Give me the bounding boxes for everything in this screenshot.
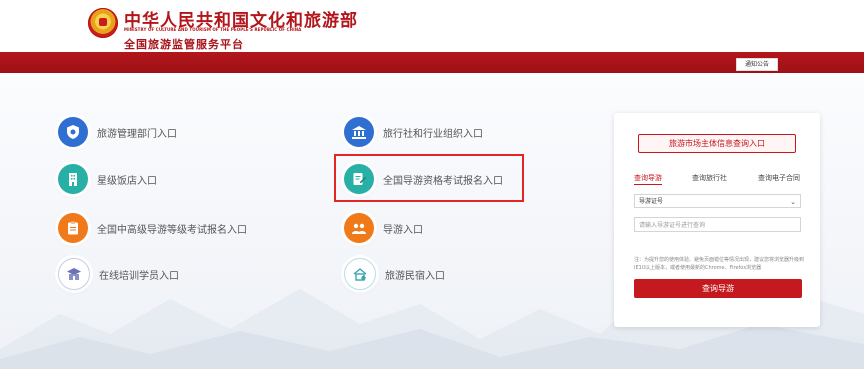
notice-button[interactable]: 通知公告 [736, 58, 778, 71]
browser-note: 注：为提升您的使用体验、避免页面错位等情况出现，建议您将浏览器升级到IE10以上… [634, 257, 805, 271]
entry-label: 旅游管理部门入口 [97, 128, 177, 140]
entry-label: 星级饭店入口 [97, 175, 157, 187]
entry-tourism-admin[interactable]: 旅游管理部门入口 [58, 117, 177, 147]
entry-guide-level-exam[interactable]: 全国中高级导游等级考试报名入口 [58, 213, 247, 243]
entry-label: 导游入口 [383, 224, 423, 236]
main-area: 旅游管理部门入口 旅行社和行业组织入口 星级饭店入口 全国导游资格考试报名入口 … [0, 73, 864, 369]
tab-query-agency[interactable]: 查询旅行社 [692, 173, 727, 183]
school-icon [58, 258, 90, 290]
building-icon [58, 164, 88, 194]
ministry-name-english: MINISTRY OF CULTURE AND TOURISM OF THE P… [124, 27, 302, 32]
national-emblem-icon [88, 8, 118, 38]
shield-icon [58, 117, 88, 147]
query-panel: 旅游市场主体信息查询入口 查询导游 查询旅行社 查询电子合同 导游证号 ⌄ 请输… [614, 113, 820, 327]
entry-online-training[interactable]: 在线培训学员入口 [58, 258, 179, 290]
entry-tour-guide[interactable]: 导游入口 [344, 213, 423, 243]
tab-query-guide[interactable]: 查询导游 [634, 173, 662, 185]
entry-travel-agency[interactable]: 旅行社和行业组织入口 [344, 117, 483, 147]
entry-label: 全国中高级导游等级考试报名入口 [97, 224, 247, 236]
clipboard-icon [58, 213, 88, 243]
entry-label: 旅游民宿入口 [385, 270, 445, 282]
chevron-down-icon: ⌄ [790, 198, 796, 206]
platform-title: 全国旅游监管服务平台 [124, 38, 244, 51]
entry-star-hotel[interactable]: 星级饭店入口 [58, 164, 157, 194]
highlight-box [334, 154, 524, 202]
bank-icon [344, 117, 374, 147]
tab-query-contract[interactable]: 查询电子合同 [758, 173, 800, 183]
top-nav-bar: 通知公告 [0, 52, 864, 73]
query-tabs: 查询导游 查询旅行社 查询电子合同 [634, 173, 804, 187]
query-type-value: 导游证号 [639, 198, 664, 205]
entry-label: 旅行社和行业组织入口 [383, 128, 483, 140]
house-leaf-icon [344, 258, 376, 290]
group-icon [344, 213, 374, 243]
entry-homestay[interactable]: 旅游民宿入口 [344, 258, 445, 290]
header: 中华人民共和国文化和旅游部 MINISTRY OF CULTURE AND TO… [0, 0, 864, 52]
guide-id-input[interactable]: 请输入导游证号进行查询 [634, 217, 801, 232]
query-guide-button[interactable]: 查询导游 [634, 279, 802, 298]
entry-label: 在线培训学员入口 [99, 270, 179, 282]
query-panel-title: 旅游市场主体信息查询入口 [638, 134, 796, 153]
query-type-select[interactable]: 导游证号 ⌄ [634, 194, 801, 208]
